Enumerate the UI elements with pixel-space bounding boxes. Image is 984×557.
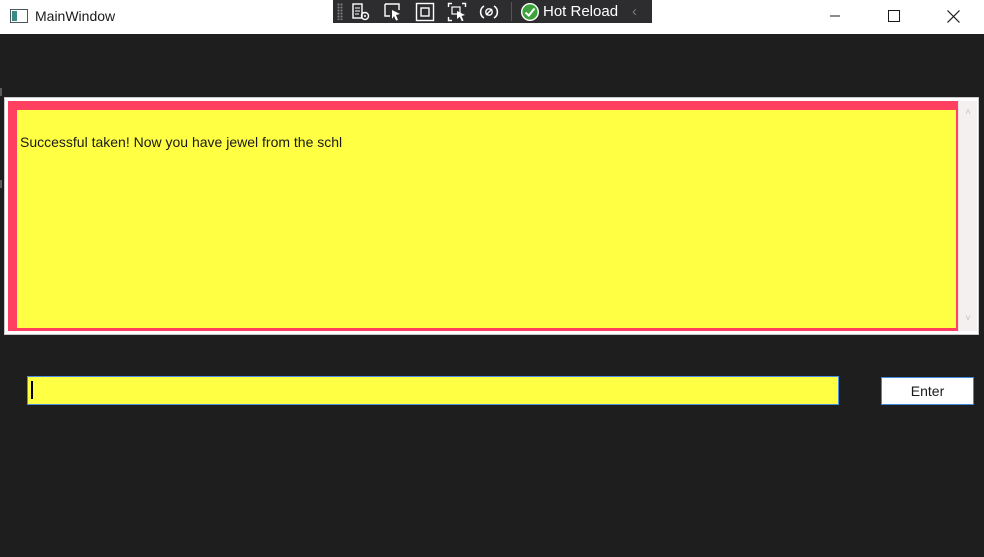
track-focus-icon[interactable] bbox=[445, 2, 469, 22]
binding-failures-icon[interactable] bbox=[477, 2, 501, 22]
app-window-icon bbox=[10, 9, 28, 23]
window-edge-mark bbox=[0, 180, 2, 188]
minimize-button[interactable] bbox=[812, 0, 858, 32]
scroll-up-icon[interactable]: ˄ bbox=[963, 108, 973, 118]
toolbar-separator bbox=[511, 2, 512, 21]
close-button[interactable] bbox=[930, 0, 976, 32]
enter-button[interactable]: Enter bbox=[881, 377, 974, 405]
text-caret bbox=[31, 381, 33, 399]
command-input[interactable] bbox=[27, 376, 839, 405]
vertical-scrollbar[interactable]: ˄ ˅ bbox=[958, 101, 977, 331]
display-layout-adorners-icon[interactable] bbox=[413, 2, 437, 22]
title-bar: MainWindow Hot Reload ‹ bbox=[0, 0, 984, 34]
select-element-icon[interactable] bbox=[381, 2, 405, 22]
output-textbox[interactable]: Successful taken! Now you have jewel fro… bbox=[4, 97, 979, 335]
close-icon bbox=[946, 9, 960, 23]
window-title: MainWindow bbox=[35, 8, 116, 24]
hot-reload-check-icon bbox=[521, 2, 539, 21]
output-content: Successful taken! Now you have jewel fro… bbox=[17, 110, 956, 328]
hot-reload-label: Hot Reload bbox=[543, 3, 619, 20]
maximize-icon bbox=[888, 10, 900, 22]
output-text: Successful taken! Now you have jewel fro… bbox=[20, 134, 343, 150]
window-edge-mark bbox=[0, 88, 2, 96]
scroll-down-icon[interactable]: ˅ bbox=[963, 314, 973, 324]
hot-reload-button[interactable]: Hot Reload bbox=[520, 2, 618, 22]
maximize-button[interactable] bbox=[871, 0, 917, 32]
xaml-debug-toolbar: Hot Reload ‹ bbox=[333, 0, 652, 23]
collapse-chevron-icon[interactable]: ‹ bbox=[632, 3, 637, 20]
toolbar-grip-icon[interactable] bbox=[337, 3, 343, 20]
minimize-icon bbox=[830, 15, 840, 17]
live-visual-tree-icon[interactable] bbox=[349, 2, 373, 22]
